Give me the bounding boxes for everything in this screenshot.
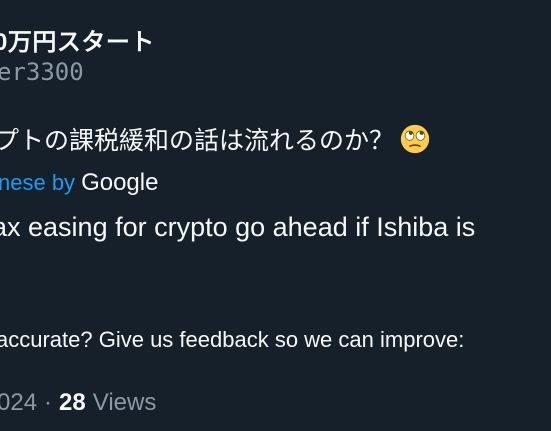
author-handle[interactable]: er3300 bbox=[0, 58, 84, 86]
tweet-original-text: プトの課税緩和の話は流れるのか？ bbox=[0, 127, 395, 155]
meta-separator: · bbox=[44, 389, 53, 416]
translation-feedback-prompt: accurate? Give us feedback so we can imp… bbox=[0, 327, 465, 352]
tweet-translated-text: ax easing for crypto go ahead if Ishiba … bbox=[0, 212, 476, 242]
author-display-name[interactable]: 0万円スタート bbox=[0, 22, 155, 57]
google-logo: Google bbox=[81, 169, 159, 196]
translated-by-label[interactable]: nese by bbox=[0, 170, 75, 196]
tweet-text: プトの課税緩和の話は流れるのか？ bbox=[0, 121, 430, 157]
views-count: 28 bbox=[59, 389, 86, 416]
tweet-date[interactable]: 024 bbox=[0, 389, 37, 417]
views-label: Views bbox=[92, 389, 157, 416]
tweet-meta: 024 · 28 Views bbox=[0, 389, 156, 417]
translated-by-google[interactable]: nese by Google bbox=[0, 169, 158, 197]
rolling-eyes-emoji-icon bbox=[400, 124, 430, 154]
